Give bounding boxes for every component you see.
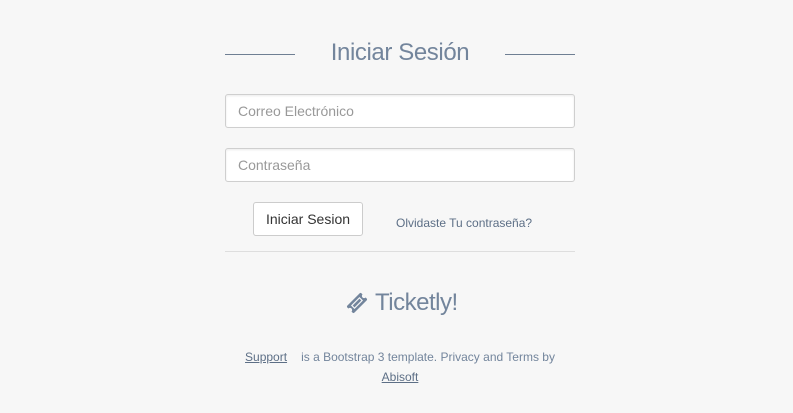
ticket-icon [347,293,367,313]
page-title: Iniciar Sesión [330,39,470,66]
footer: Support is a Bootstrap 3 template. Privac… [225,347,575,387]
login-header: Iniciar Sesión [225,36,575,72]
brand-logo: Ticketly! [344,288,458,318]
form-divider [225,251,575,252]
login-button[interactable]: Iniciar Sesion [253,202,363,236]
title-divider-right [505,54,575,55]
email-field[interactable] [226,95,580,127]
login-page: Iniciar Sesión Iniciar Sesion Olvidaste … [0,0,793,413]
password-field[interactable] [226,149,580,181]
footer-text: is a Bootstrap 3 template. Privacy and T… [301,350,555,364]
author-link[interactable]: Abisoft [382,370,419,384]
brand-name: Ticketly! [375,289,458,316]
email-field-wrapper [225,94,580,128]
forgot-password-link[interactable]: Olvidaste Tu contraseña? [396,216,532,230]
support-link[interactable]: Support [245,350,287,364]
password-field-wrapper [225,148,580,182]
